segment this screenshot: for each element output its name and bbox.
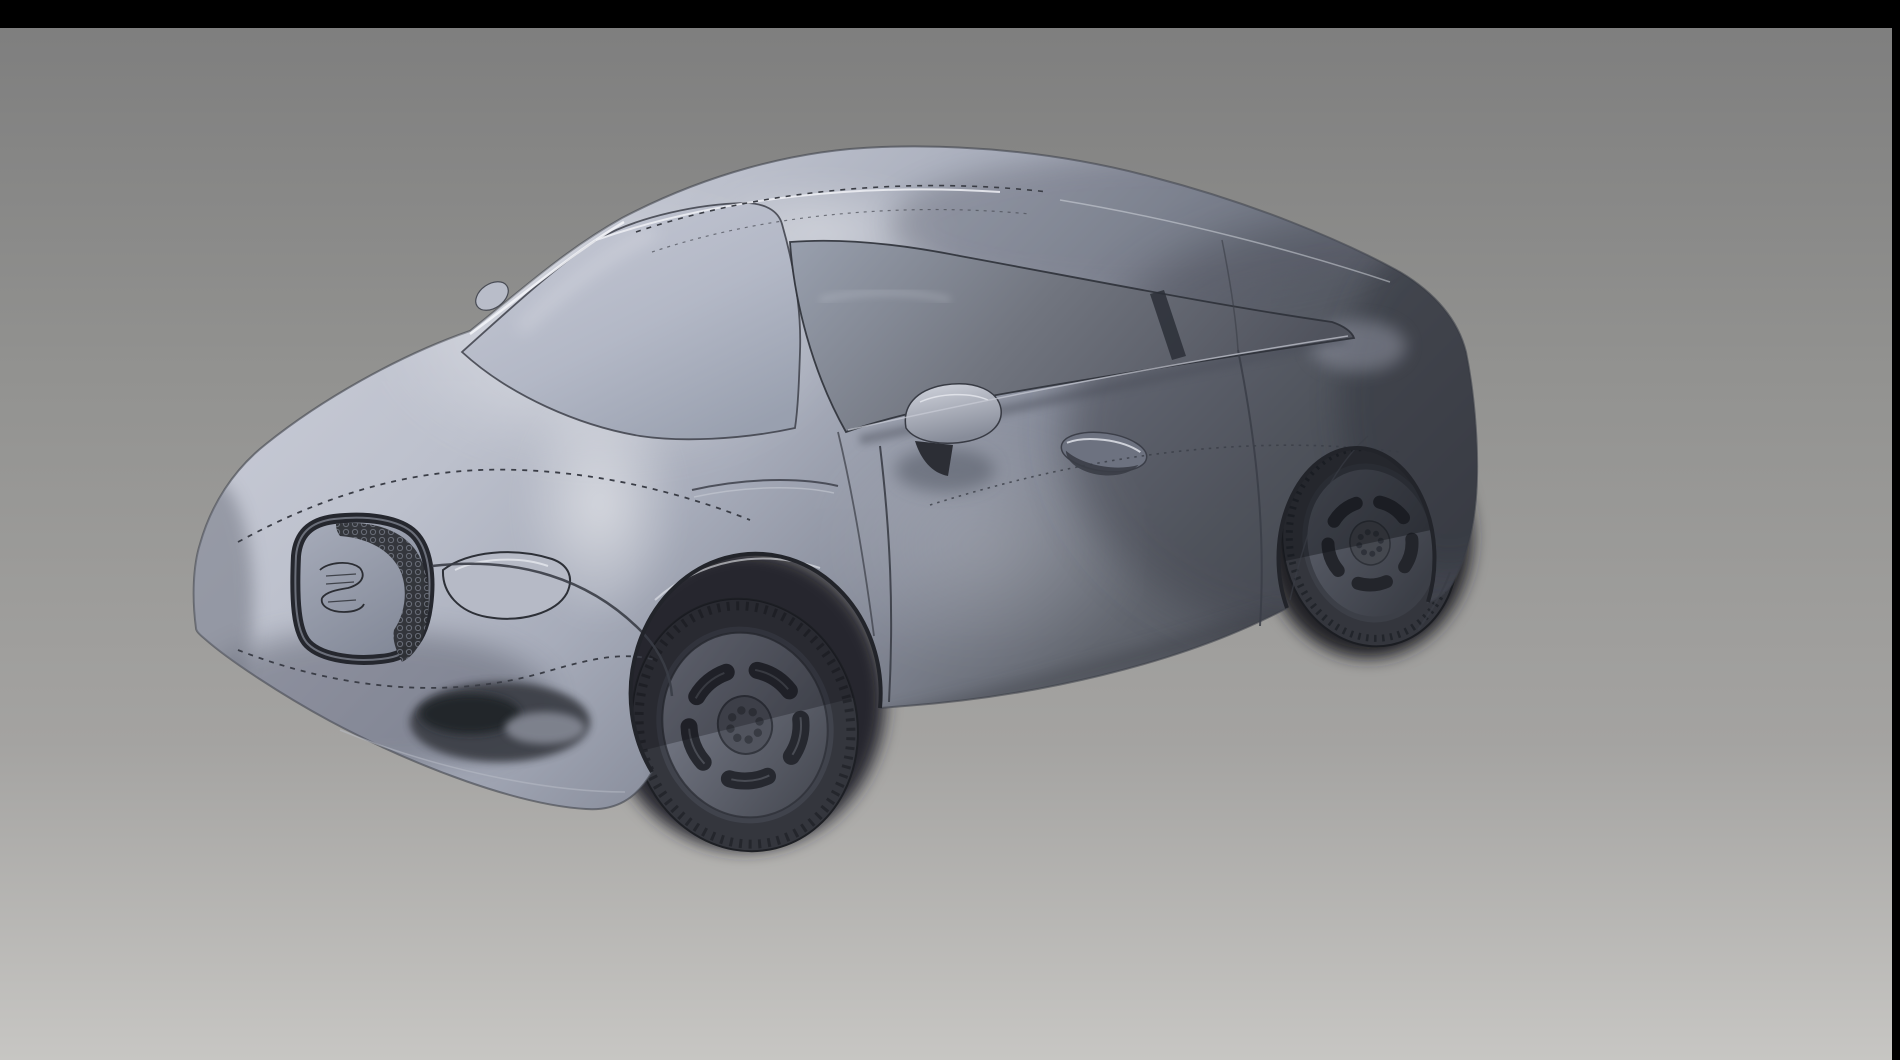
fog-intake-glint [505, 712, 585, 744]
viewport-3d[interactable] [0, 0, 1900, 1060]
app-window [0, 0, 1900, 1060]
letterbox-right-bar [1892, 0, 1900, 1060]
letterbox-top-bar [0, 0, 1900, 28]
front-grille [295, 518, 429, 662]
